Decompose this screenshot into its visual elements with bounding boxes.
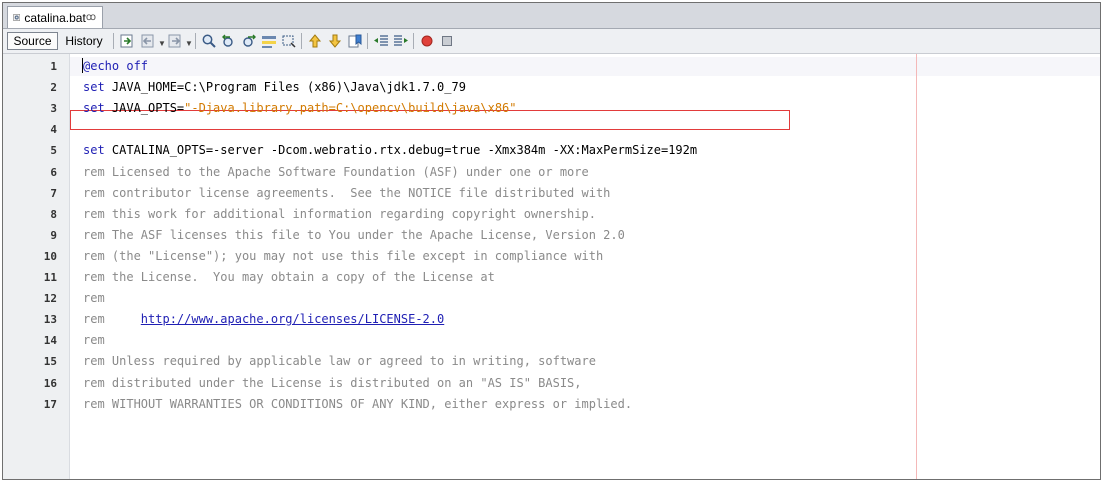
line-number: 2	[50, 81, 57, 95]
line-number: 14	[43, 334, 57, 348]
find-previous-icon[interactable]	[221, 33, 237, 49]
code-token: rem	[83, 312, 141, 327]
toggle-highlight-icon[interactable]	[261, 33, 277, 49]
code-token: JAVA_HOME=C:\Program Files (x86)\Java\jd…	[111, 80, 466, 95]
code-token: rem this work for additional information…	[83, 206, 596, 221]
file-tab-label: catalina.bat	[24, 10, 86, 25]
toolbar-separator	[413, 33, 414, 49]
line-number: 3	[50, 102, 57, 116]
code-token: set	[83, 80, 112, 95]
code-token: set	[83, 101, 112, 116]
line-number-gutter: 1 2 3 4 5 6 7 8 9 10 11 12 13 14 15 16 17	[3, 54, 70, 479]
find-selection-icon[interactable]	[201, 33, 217, 49]
code-token: rem the License. You may obtain a copy o…	[83, 270, 495, 284]
back-dropdown-icon[interactable]: ▼	[158, 39, 166, 48]
shift-left-icon[interactable]	[373, 33, 389, 49]
code-token: rem contributor license agreements. See …	[83, 185, 611, 200]
code-line: rem contributor license agreements. See …	[83, 186, 610, 200]
code-line: rem the License. You may obtain a copy o…	[83, 270, 495, 284]
code-line: rem	[83, 291, 105, 305]
current-line-highlight	[70, 57, 1100, 76]
code-line: set JAVA_HOME=C:\Program Files (x86)\Jav…	[83, 80, 466, 94]
close-tab-icon[interactable]: ꝏ	[86, 12, 96, 23]
code-token: rem The ASF licenses this file to You un…	[83, 227, 625, 242]
code-token: JAVA_OPTS=	[111, 101, 185, 116]
shift-right-icon[interactable]	[393, 33, 409, 49]
code-token: "-Djava.library.path=C:\opencv\build\jav…	[184, 101, 517, 116]
editor-toolbar: Source History ▼ ▼	[3, 29, 1100, 54]
toolbar-separator	[367, 33, 368, 49]
toggle-rect-select-icon[interactable]	[281, 33, 297, 49]
right-margin-guide	[916, 54, 917, 479]
code-token: rem distributed under the License is dis…	[83, 375, 582, 390]
line-number: 12	[43, 292, 57, 306]
code-token: rem (the "License"); you may not use thi…	[83, 248, 604, 263]
line-number: 5	[50, 144, 57, 158]
code-token: rem Licensed to the Apache Software Foun…	[83, 164, 589, 179]
toolbar-separator	[195, 33, 196, 49]
code-token: rem	[83, 291, 105, 306]
code-line: set CATALINA_OPTS=-server -Dcom.webratio…	[83, 143, 697, 157]
code-line: rem WITHOUT WARRANTIES OR CONDITIONS OF …	[83, 397, 632, 411]
code-line: rem (the "License"); you may not use thi…	[83, 249, 603, 263]
code-line: rem The ASF licenses this file to You un…	[83, 228, 625, 242]
code-line: @echo off	[83, 59, 148, 73]
next-bookmark-icon[interactable]	[327, 33, 343, 49]
line-number: 7	[50, 186, 57, 200]
code-token: rem WITHOUT WARRANTIES OR CONDITIONS OF …	[83, 396, 633, 411]
line-number: 16	[43, 376, 57, 390]
toolbar-separator	[113, 33, 114, 49]
code-token: CATALINA_OPTS=-server -Dcom.webratio.rtx…	[111, 143, 698, 158]
code-line: rem Licensed to the Apache Software Foun…	[83, 165, 589, 179]
line-number: 17	[43, 397, 57, 411]
code-line: set JAVA_OPTS="-Djava.library.path=C:\op…	[83, 101, 517, 115]
toolbar-separator	[301, 33, 302, 49]
line-number: 11	[43, 271, 57, 284]
code-token: @echo off	[83, 59, 149, 73]
code-line: rem distributed under the License is dis…	[83, 376, 582, 390]
find-next-icon[interactable]	[241, 33, 257, 49]
forward-icon[interactable]	[167, 33, 183, 49]
license-link[interactable]: http://www.apache.org/licenses/LICENSE-2…	[141, 312, 444, 326]
editor-tab-strip: catalina.bat ꝏ	[3, 3, 1100, 29]
back-icon[interactable]	[140, 33, 156, 49]
code-line: rem this work for additional information…	[83, 207, 596, 221]
line-number: 15	[43, 355, 57, 369]
code-editor[interactable]: 1 2 3 4 5 6 7 8 9 10 11 12 13 14 15 16 17 @echo off set J…	[3, 54, 1100, 479]
line-number: 9	[50, 228, 57, 242]
history-view-button[interactable]: History	[59, 32, 109, 50]
code-line: rem Unless required by applicable law or…	[83, 354, 596, 368]
line-number: 13	[43, 313, 57, 327]
line-number: 6	[50, 165, 57, 179]
line-number: 4	[50, 123, 57, 137]
code-token: rem	[83, 333, 105, 348]
record-macro-icon[interactable]	[419, 33, 435, 49]
stop-macro-icon[interactable]	[439, 33, 455, 49]
code-token: rem Unless required by applicable law or…	[83, 354, 596, 369]
file-tab-catalina[interactable]: catalina.bat ꝏ	[7, 6, 103, 28]
last-edit-icon[interactable]	[119, 33, 135, 49]
line-number: 8	[50, 207, 57, 221]
forward-dropdown-icon[interactable]: ▼	[185, 39, 193, 48]
previous-bookmark-icon[interactable]	[307, 33, 323, 49]
code-token: set	[83, 143, 112, 158]
line-number: 1	[50, 60, 57, 73]
line-number: 10	[43, 249, 57, 263]
toggle-bookmark-icon[interactable]	[347, 33, 363, 49]
code-line: rem	[83, 333, 105, 347]
code-line: rem http://www.apache.org/licenses/LICEN…	[83, 312, 444, 326]
editor-window: catalina.bat ꝏ Source History ▼ ▼ 1 2 3 …	[2, 2, 1101, 480]
source-view-button[interactable]: Source	[7, 32, 58, 50]
bat-file-icon	[13, 14, 21, 21]
